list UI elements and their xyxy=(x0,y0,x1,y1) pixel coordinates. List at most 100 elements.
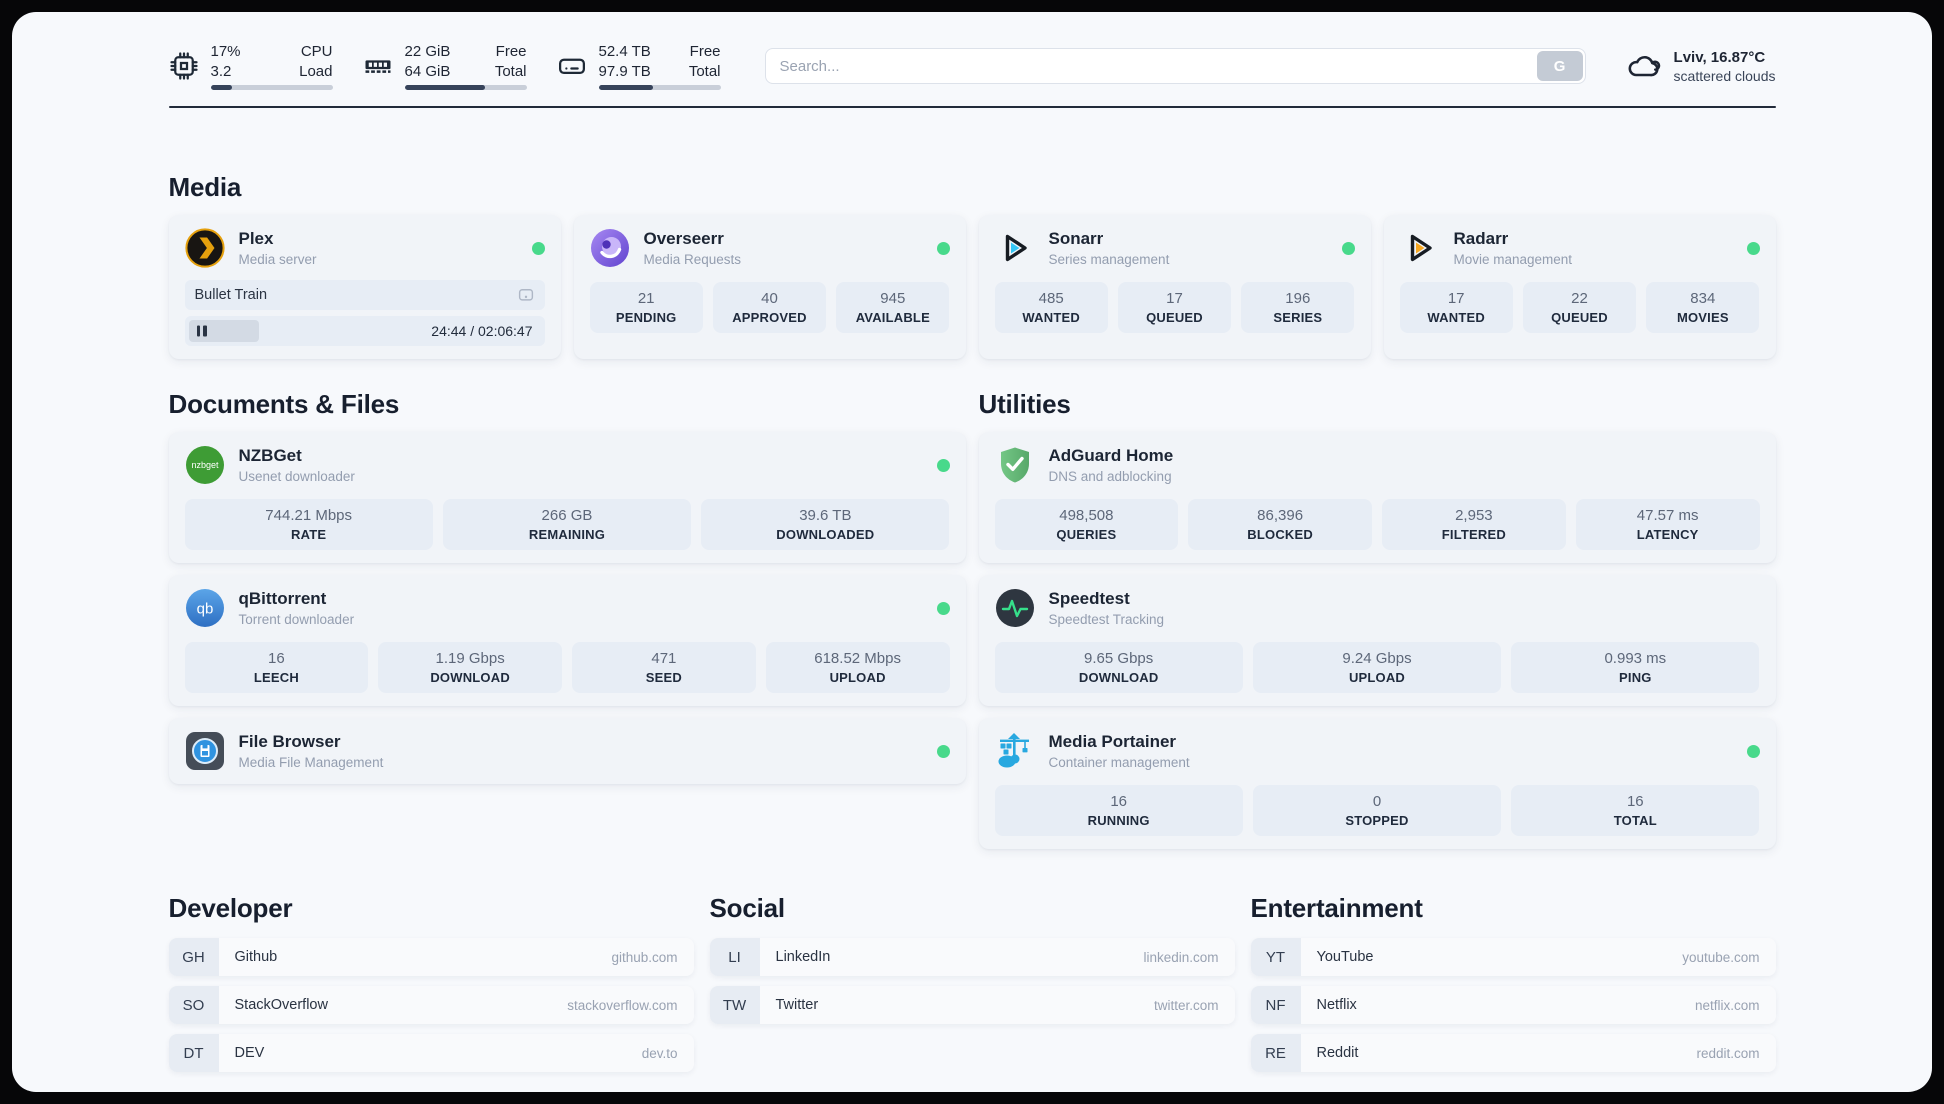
stat-box-download: 9.65 Gbps DOWNLOAD xyxy=(994,642,1243,693)
bookmark-url: youtube.com xyxy=(1682,949,1760,965)
stat-value: 196 xyxy=(1285,290,1311,307)
stat-box-filtered: 2,953 FILTERED xyxy=(1382,499,1566,550)
service-card-portainer[interactable]: Media Portainer Container management 16 RUN… xyxy=(978,718,1776,849)
stat-value: 1.19 Gbps xyxy=(435,650,505,667)
service-subtitle: Movie management xyxy=(1453,252,1573,267)
stat-value: 17 xyxy=(1447,290,1465,307)
stat-box-movies: 834 MOVIES xyxy=(1646,282,1760,333)
filebrowser-icon xyxy=(185,731,225,771)
service-card-plex[interactable]: Plex Media server Bullet Train 24:44 / 02:0… xyxy=(168,215,561,359)
system-progress-track xyxy=(404,85,527,90)
service-card-names: qBittorrent Torrent downloader xyxy=(239,589,355,627)
service-card-names: AdGuard Home DNS and adblocking xyxy=(1049,446,1174,484)
service-name: NZBGet xyxy=(238,446,302,465)
stat-label: RATE xyxy=(291,527,327,542)
stat-value: 834 xyxy=(1690,290,1716,307)
system-label-top: CPU xyxy=(300,43,333,60)
bookmark-twitter[interactable]: TW Twitter twitter.com xyxy=(709,986,1235,1024)
system-widget-values: 52.4 TB 97.9 TB Free Total xyxy=(599,42,721,81)
stat-box-remaining: 266 GB REMAINING xyxy=(442,499,692,550)
bookmark-group-title: Developer xyxy=(168,893,293,923)
system-widget-body: 52.4 TB 97.9 TB Free Total xyxy=(598,42,721,90)
service-card-names: NZBGet Usenet downloader xyxy=(239,446,355,484)
bookmark-label: StackOverflow xyxy=(234,997,328,1013)
stat-box-upload: 9.24 Gbps UPLOAD xyxy=(1252,642,1502,693)
stat-label: RUNNING xyxy=(1087,813,1150,828)
plex-icon xyxy=(184,228,225,268)
bookmark-stackoverflow[interactable]: SO StackOverflow stackoverflow.com xyxy=(168,986,694,1024)
bookmark-url: github.com xyxy=(611,949,678,965)
service-card-filebrowser[interactable]: File Browser Media File Management xyxy=(168,718,966,784)
stat-value: 16 xyxy=(1110,793,1127,810)
service-card-speedtest[interactable]: Speedtest Speedtest Tracking 9.65 Gbps DOWN… xyxy=(978,575,1776,706)
bookmark-dev[interactable]: DT DEV dev.to xyxy=(168,1034,694,1072)
system-widget-values: 22 GiB 64 GiB Free Total xyxy=(405,42,527,81)
service-stats-row: 498,508 QUERIES 86,396 BLOCKED 2,953 FILTERED… xyxy=(994,499,1760,550)
playback-progress-row[interactable]: 24:44 / 02:06:47 xyxy=(184,316,545,346)
screenshot-frame: 17% 3.2 CPU Load 22 GiB 64 GiB Free Total 52.4 T… xyxy=(0,0,1944,1104)
stat-value: 485 xyxy=(1038,290,1064,307)
now-playing-row[interactable]: Bullet Train xyxy=(184,280,545,310)
service-card-sonarr[interactable]: Sonarr Series management 485 WANTED 17 QUEUED… xyxy=(978,215,1371,359)
service-card-header: Speedtest Speedtest Tracking xyxy=(995,588,1760,628)
stat-box-latency: 47.57 ms LATENCY xyxy=(1575,499,1760,550)
bookmark-groups: Developer GH Github github.com SO StackOverfl… xyxy=(168,893,1776,1092)
stat-value: 22 xyxy=(1571,290,1588,307)
stat-label: QUEUED xyxy=(1146,310,1203,325)
service-card-adguard[interactable]: AdGuard Home DNS and adblocking 498,508 QUE… xyxy=(978,432,1776,563)
bookmark-reddit[interactable]: RE Reddit reddit.com xyxy=(1250,1034,1776,1072)
stat-value: 47.57 ms xyxy=(1636,507,1699,524)
dashboard-content: 17% 3.2 CPU Load 22 GiB 64 GiB Free Total 52.4 T… xyxy=(168,12,1776,1092)
bookmark-netflix[interactable]: NF Netflix netflix.com xyxy=(1250,986,1776,1024)
status-online-dot xyxy=(531,241,545,255)
stat-value: 86,396 xyxy=(1257,507,1304,524)
service-card-radarr[interactable]: Radarr Movie management 17 WANTED 22 QUEUED 83… xyxy=(1383,215,1776,359)
system-progress-fill xyxy=(404,85,486,90)
service-card-overseerr[interactable]: Overseerr Media Requests 21 PENDING 40 APPROV… xyxy=(573,215,966,359)
stat-box-approved: 40 APPROVED xyxy=(712,282,827,333)
system-value-bottom: 97.9 TB xyxy=(598,62,651,80)
system-value-bottom: 3.2 xyxy=(210,62,232,80)
stat-label: LEECH xyxy=(253,670,299,685)
now-playing-title: Bullet Train xyxy=(194,287,268,303)
stat-label: QUERIES xyxy=(1056,527,1117,542)
service-card-qbittorrent[interactable]: qb qBittorrent Torrent downloader 16 LEECH 1.… xyxy=(168,575,966,706)
bookmark-abbr-badge: DT xyxy=(168,1034,219,1072)
service-name: File Browser xyxy=(238,732,341,751)
weather-widget[interactable]: Lviv, 16.87°C scattered clouds xyxy=(1626,48,1776,84)
service-stats-row: 21 PENDING 40 APPROVED 945 AVAILABLE xyxy=(589,282,950,333)
bookmark-youtube[interactable]: YT YouTube youtube.com xyxy=(1250,938,1776,976)
system-widget-label-column: CPU Load xyxy=(299,42,332,81)
stat-value: 39.6 TB xyxy=(799,507,852,524)
dashboard-page: 17% 3.2 CPU Load 22 GiB 64 GiB Free Total 52.4 T… xyxy=(12,12,1932,1092)
search-input[interactable] xyxy=(764,48,1586,84)
search-engine-button[interactable]: G xyxy=(1536,51,1583,81)
bookmark-group-entertainment: Entertainment YT YouTube youtube.com NF Netfl… xyxy=(1250,893,1776,1072)
stat-box-blocked: 86,396 BLOCKED xyxy=(1188,499,1372,550)
stat-box-available: 945 AVAILABLE xyxy=(836,282,950,333)
portainer-icon xyxy=(995,731,1035,771)
system-widget-cpu: 17% 3.2 CPU Load xyxy=(169,42,333,90)
stat-value: 2,953 xyxy=(1455,507,1493,524)
stat-value: 471 xyxy=(651,650,677,667)
stat-label: MOVIES xyxy=(1676,310,1729,325)
section-title-utilities: Utilities xyxy=(978,389,1071,419)
utilities-column: Utilities AdGuard Home DNS and adblocking… xyxy=(978,389,1776,849)
bookmark-linkedin[interactable]: LI LinkedIn linkedin.com xyxy=(709,938,1235,976)
service-stats-row: 16 RUNNING 0 STOPPED 16 TOTAL xyxy=(994,785,1760,836)
service-card-header: File Browser Media File Management xyxy=(185,731,950,771)
service-card-names: Sonarr Series management xyxy=(1049,229,1170,267)
bookmark-github[interactable]: GH Github github.com xyxy=(168,938,694,976)
system-label-bottom: Total xyxy=(494,62,527,80)
stat-label: QUEUED xyxy=(1551,310,1608,325)
bookmark-group-title: Social xyxy=(709,893,786,923)
bookmark-url: twitter.com xyxy=(1153,997,1219,1013)
stat-box-ping: 0.993 ms PING xyxy=(1511,642,1760,693)
stat-label: WANTED xyxy=(1022,310,1080,325)
bookmark-label: Netflix xyxy=(1316,997,1357,1013)
service-name: Overseerr xyxy=(643,229,724,248)
service-card-nzbget[interactable]: nzbget NZBGet Usenet downloader 744.21 Mbps… xyxy=(168,432,966,563)
pause-icon[interactable] xyxy=(196,325,207,337)
stat-box-pending: 21 PENDING xyxy=(589,282,703,333)
system-value-bottom: 64 GiB xyxy=(404,62,451,80)
